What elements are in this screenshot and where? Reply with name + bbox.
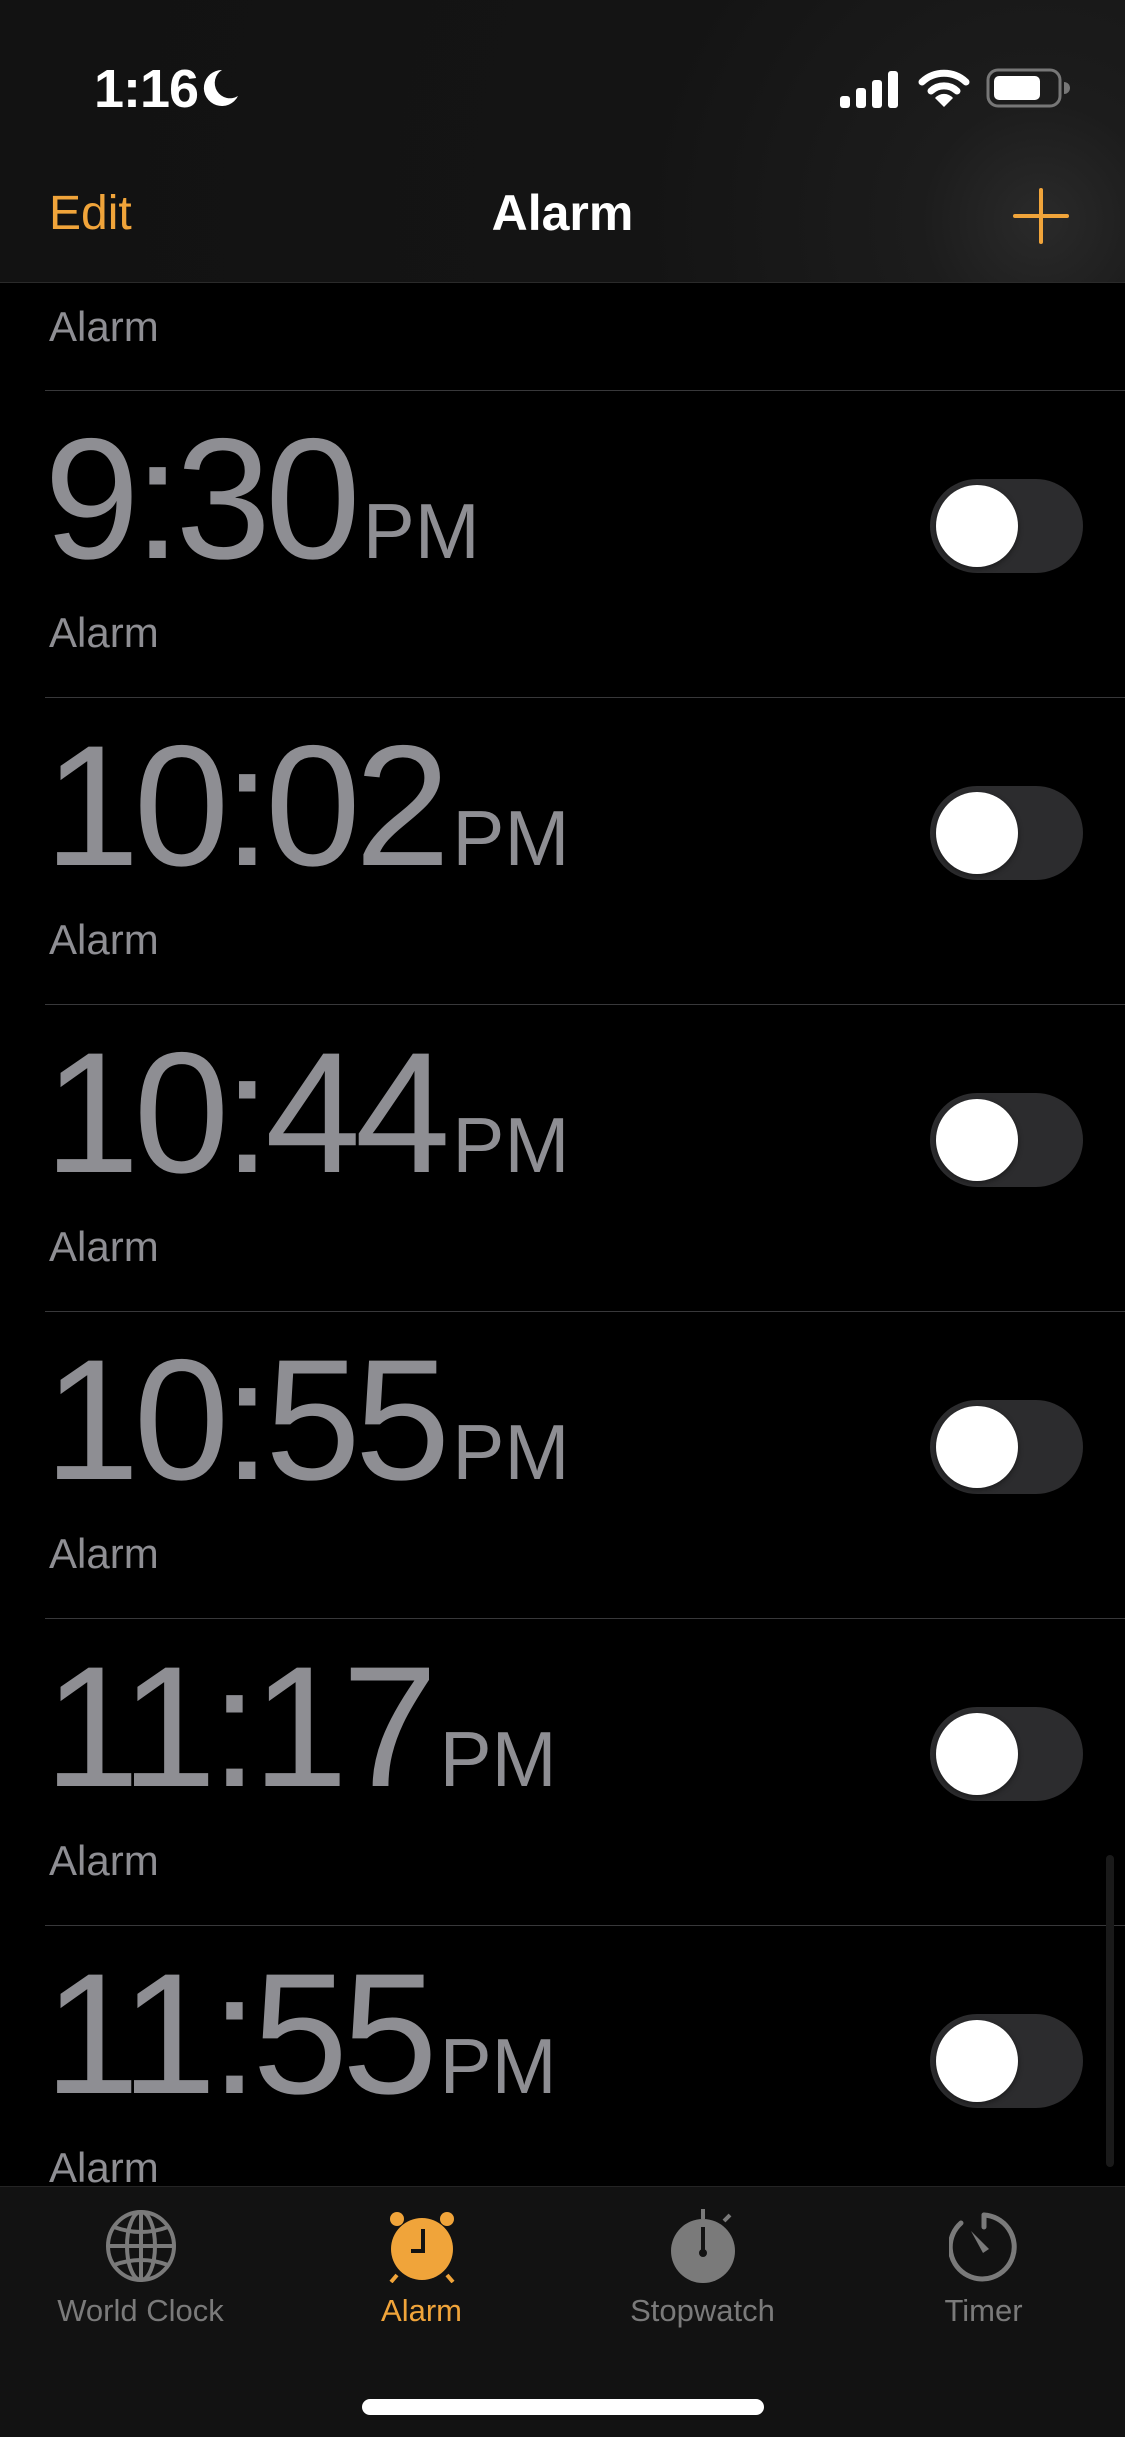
alarm-ampm: PM	[452, 1408, 570, 1496]
alarm-row[interactable]: 10:02 PM Alarm	[0, 698, 1125, 1005]
moon-icon	[203, 69, 238, 106]
alarm-time: 10:02 PM	[44, 720, 569, 892]
alarm-time: 11:17 PM	[44, 1641, 557, 1813]
globe-icon	[106, 2210, 176, 2282]
alarm-toggle[interactable]	[930, 1707, 1083, 1801]
alarm-label: Alarm	[49, 303, 159, 350]
alarm-toggle[interactable]	[930, 479, 1083, 573]
alarm-row[interactable]: 11:55 PM Alarm	[0, 1926, 1125, 2186]
alarm-toggle[interactable]	[930, 786, 1083, 880]
toggle-knob	[936, 485, 1018, 567]
tab-label: Stopwatch	[630, 2293, 775, 2328]
tab-label: World Clock	[57, 2293, 224, 2328]
toggle-knob	[936, 1713, 1018, 1795]
toggle-knob	[936, 1406, 1018, 1488]
tab-world-clock[interactable]: World Clock	[0, 2187, 281, 2347]
alarm-list[interactable]: Alarm 9:30 PM Alarm 10:02 PM Alarm 10:44 PM Alar…	[0, 283, 1125, 2186]
alarm-row[interactable]: 10:55 PM Alarm	[0, 1312, 1125, 1619]
alarm-time-value: 11:17	[44, 1631, 438, 1823]
alarm-time: 11:55 PM	[44, 1948, 557, 2120]
alarm-toggle[interactable]	[930, 1400, 1083, 1494]
alarm-time-value: 10:02	[44, 710, 450, 902]
tab-timer[interactable]: Timer	[843, 2187, 1124, 2347]
alarm-time-value: 10:55	[44, 1324, 450, 1516]
tab-label: Timer	[944, 2293, 1023, 2328]
header: 1:16 Edit Alarm	[0, 0, 1125, 283]
toggle-knob	[936, 1099, 1018, 1181]
alarm-row[interactable]: 10:44 PM Alarm	[0, 1005, 1125, 1312]
alarm-time-value: 10:44	[44, 1017, 450, 1209]
alarm-ampm: PM	[439, 1715, 557, 1803]
home-indicator[interactable]	[362, 2399, 764, 2415]
alarm-label: Alarm	[49, 1837, 159, 1884]
alarm-toggle[interactable]	[930, 2014, 1083, 2108]
alarm-row[interactable]: 11:17 PM Alarm	[0, 1619, 1125, 1926]
alarm-ampm: PM	[452, 1101, 570, 1189]
wifi-icon	[918, 69, 970, 107]
alarm-time: 9:30 PM	[44, 413, 480, 585]
alarm-time: 10:44 PM	[44, 1027, 569, 1199]
alarm-label: Alarm	[49, 2144, 159, 2186]
toggle-knob	[936, 792, 1018, 874]
alarm-ampm: PM	[452, 794, 570, 882]
alarm-label: Alarm	[49, 1530, 159, 1577]
alarm-label: Alarm	[49, 916, 159, 963]
alarm-time-value: 9:30	[44, 403, 361, 595]
alarm-time-value: 11:55	[44, 1938, 438, 2130]
battery-icon	[986, 68, 1070, 108]
cellular-signal-icon	[840, 71, 898, 108]
alarm-ampm: PM	[362, 487, 480, 575]
stopwatch-icon	[671, 2209, 735, 2283]
alarm-label: Alarm	[49, 609, 159, 656]
scrollbar[interactable]	[1106, 1855, 1114, 2167]
alarm-label: Alarm	[49, 1223, 159, 1270]
plus-icon[interactable]	[1013, 188, 1069, 244]
alarm-time: 10:55 PM	[44, 1334, 569, 1506]
alarm-row[interactable]: 9:30 PM Alarm	[0, 391, 1125, 698]
alarm-ampm: PM	[439, 2022, 557, 2110]
status-time: 1:16	[94, 59, 199, 119]
tab-stopwatch[interactable]: Stopwatch	[562, 2187, 843, 2347]
page-title: Alarm	[491, 185, 634, 241]
tab-alarm[interactable]: Alarm	[281, 2187, 562, 2347]
timer-icon	[949, 2212, 1017, 2282]
alarm-clock-icon	[389, 2212, 455, 2283]
alarm-toggle[interactable]	[930, 1093, 1083, 1187]
tab-label: Alarm	[381, 2293, 462, 2328]
toggle-knob	[936, 2020, 1018, 2102]
